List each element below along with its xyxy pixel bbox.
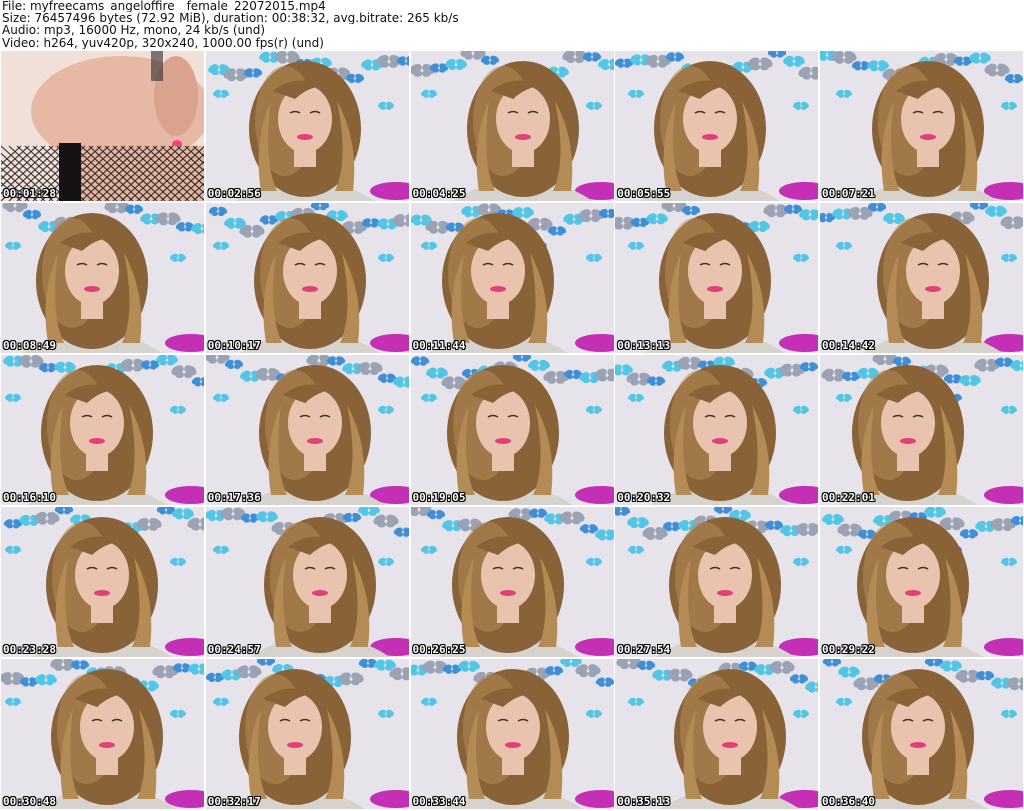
thumbnail-timestamp: 00:33:44 bbox=[412, 795, 466, 808]
thumbnail-timestamp: 00:20:32 bbox=[617, 491, 671, 504]
thumbnail-image bbox=[1, 659, 204, 809]
thumbnail-image bbox=[820, 507, 1023, 657]
thumbnail-image bbox=[1, 51, 204, 201]
thumbnail-timestamp: 00:16:10 bbox=[3, 491, 56, 504]
thumbnail-timestamp: 00:11:44 bbox=[412, 339, 466, 352]
video-thumbnail: 00:10:17 bbox=[205, 203, 409, 353]
thumbnail-image bbox=[410, 507, 614, 657]
video-thumbnail: 00:24:57 bbox=[205, 507, 409, 657]
thumbnail-timestamp: 00:22:01 bbox=[822, 491, 875, 504]
thumbnail-image bbox=[205, 355, 409, 505]
thumbnail-timestamp: 00:29:22 bbox=[822, 643, 875, 656]
video-thumbnail: 00:35:13 bbox=[615, 659, 819, 809]
thumbnail-timestamp: 00:04:25 bbox=[412, 187, 466, 200]
thumbnail-timestamp: 00:05:55 bbox=[617, 187, 671, 200]
video-thumbnail: 00:16:10 bbox=[1, 355, 204, 505]
video-thumbnail: 00:07:21 bbox=[820, 51, 1023, 201]
thumbnail-timestamp: 00:10:17 bbox=[207, 339, 261, 352]
thumbnail-timestamp: 00:17:36 bbox=[207, 491, 261, 504]
video-thumbnail: 00:04:25 bbox=[410, 51, 614, 201]
thumbnail-image bbox=[1, 507, 204, 657]
video-info-line: Video: h264, yuv420p, 320x240, 1000.00 f… bbox=[2, 36, 324, 49]
thumbnail-timestamp: 00:26:25 bbox=[412, 643, 466, 656]
thumbnail-timestamp: 00:35:13 bbox=[617, 795, 671, 808]
video-thumbnail: 00:36:40 bbox=[820, 659, 1023, 809]
video-thumbnail: 00:14:42 bbox=[820, 203, 1023, 353]
thumbnail-image bbox=[820, 355, 1023, 505]
thumbnail-timestamp: 00:14:42 bbox=[822, 339, 875, 352]
thumbnail-image bbox=[615, 355, 819, 505]
video-thumbnail: 00:05:55 bbox=[615, 51, 819, 201]
video-thumbnail: 00:13:13 bbox=[615, 203, 819, 353]
video-thumbnail: 00:20:32 bbox=[615, 355, 819, 505]
thumbnail-image bbox=[615, 507, 819, 657]
file-name-line: File: myfreecams_angeloffire__female_220… bbox=[2, 0, 326, 13]
thumbnail-timestamp: 00:24:57 bbox=[207, 643, 261, 656]
thumbnail-timestamp: 00:27:54 bbox=[617, 643, 671, 656]
thumbnail-image bbox=[205, 659, 409, 809]
video-thumbnail: 00:11:44 bbox=[410, 203, 614, 353]
thumbnail-timestamp: 00:07:21 bbox=[822, 187, 875, 200]
thumbnail-image bbox=[205, 507, 409, 657]
thumbnail-timestamp: 00:30:48 bbox=[3, 795, 56, 808]
video-thumbnail: 00:26:25 bbox=[410, 507, 614, 657]
thumbnail-timestamp: 00:19:05 bbox=[412, 491, 466, 504]
thumbnail-image bbox=[410, 203, 614, 353]
thumbnail-timestamp: 00:08:49 bbox=[3, 339, 56, 352]
thumbnail-timestamp: 00:23:28 bbox=[3, 643, 56, 656]
video-thumbnail: 00:27:54 bbox=[615, 507, 819, 657]
video-thumbnail: 00:17:36 bbox=[205, 355, 409, 505]
thumbnail-image bbox=[820, 659, 1023, 809]
video-thumbnail: 00:29:22 bbox=[820, 507, 1023, 657]
thumbnail-image bbox=[820, 203, 1023, 353]
thumbnail-image bbox=[410, 659, 614, 809]
video-thumbnail: 00:01:28 bbox=[1, 51, 204, 201]
thumbnail-image bbox=[615, 203, 819, 353]
file-info-header: File: myfreecams_angeloffire__female_220… bbox=[2, 0, 1022, 50]
video-thumbnail: 00:08:49 bbox=[1, 203, 204, 353]
thumbnail-image bbox=[1, 203, 204, 353]
thumbnail-grid: 00:01:28 00:02:56 00:04:25 00:05:55 00:07:21… bbox=[1, 51, 1023, 809]
thumbnail-timestamp: 00:13:13 bbox=[617, 339, 671, 352]
video-thumbnail: 00:02:56 bbox=[205, 51, 409, 201]
thumbnail-timestamp: 00:32:17 bbox=[207, 795, 261, 808]
thumbnail-image bbox=[205, 51, 409, 201]
thumbnail-image bbox=[820, 51, 1023, 201]
video-thumbnail: 00:22:01 bbox=[820, 355, 1023, 505]
video-thumbnail: 00:30:48 bbox=[1, 659, 204, 809]
file-size-line: Size: 76457496 bytes (72.92 MiB), durati… bbox=[2, 12, 459, 25]
thumbnail-timestamp: 00:01:28 bbox=[3, 187, 56, 200]
audio-info-line: Audio: mp3, 16000 Hz, mono, 24 kb/s (und… bbox=[2, 24, 266, 37]
thumbnail-timestamp: 00:36:40 bbox=[822, 795, 875, 808]
thumbnail-image bbox=[410, 51, 614, 201]
video-thumbnail: 00:23:28 bbox=[1, 507, 204, 657]
thumbnail-image bbox=[410, 355, 614, 505]
thumbnail-image bbox=[205, 203, 409, 353]
thumbnail-image bbox=[1, 355, 204, 505]
video-thumbnail: 00:33:44 bbox=[410, 659, 614, 809]
thumbnail-image bbox=[615, 659, 819, 809]
thumbnail-timestamp: 00:02:56 bbox=[207, 187, 261, 200]
video-thumbnail: 00:32:17 bbox=[205, 659, 409, 809]
thumbnail-image bbox=[615, 51, 819, 201]
video-thumbnail: 00:19:05 bbox=[410, 355, 614, 505]
